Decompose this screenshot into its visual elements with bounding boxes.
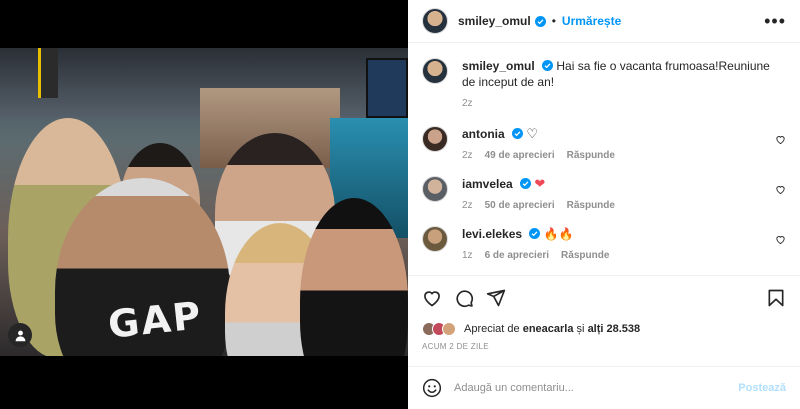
comment-text: 🔥🔥 [543, 227, 574, 241]
post-photo[interactable]: GAP [0, 48, 408, 356]
liker-username[interactable]: eneacarla [523, 323, 574, 335]
post-header: smiley_omul • Urmărește ••• [408, 0, 800, 43]
comment-body: levi.elekes 🔥🔥 1z 6 de aprecieri Răspund… [462, 226, 775, 264]
like-comment-heart-icon[interactable] [775, 234, 786, 245]
post-dialog: GAP smiley_omul • Urmărește ••• smiley_o… [0, 0, 800, 409]
reply-button[interactable]: Răspunde [567, 198, 615, 214]
comment-text: ♡ [526, 126, 539, 141]
likes-middle: și [576, 323, 585, 335]
comment-avatar[interactable] [422, 126, 448, 152]
post-comment-button[interactable]: Postează [738, 382, 786, 394]
caption-username[interactable]: smiley_omul [462, 59, 535, 73]
share-send-icon[interactable] [486, 288, 506, 308]
reply-button[interactable]: Răspunde [561, 248, 609, 264]
author-avatar[interactable] [422, 8, 448, 34]
comment-username[interactable]: iamvelea [462, 177, 513, 191]
comment-input[interactable] [454, 382, 739, 394]
save-bookmark-icon[interactable] [766, 288, 786, 308]
like-comment-heart-icon[interactable] [775, 184, 786, 195]
likers-avatar-stack[interactable] [422, 322, 456, 336]
comment-likes[interactable]: 50 de aprecieri [485, 198, 555, 214]
follow-button[interactable]: Urmărește [562, 14, 621, 28]
photo-sign [38, 48, 58, 98]
user-tag-icon [15, 330, 25, 341]
comment-age[interactable]: 1z [462, 248, 473, 264]
action-icons [422, 286, 786, 310]
post-side-panel: smiley_omul • Urmărește ••• smiley_omul … [408, 0, 800, 409]
comment-username[interactable]: levi.elekes [462, 227, 522, 241]
post-timestamp[interactable]: ACUM 2 DE ZILE [422, 342, 786, 351]
likes-summary: Apreciat de eneacarla și alți 28.538 [422, 322, 786, 336]
emoji-icon[interactable] [422, 378, 442, 398]
comment-body: antonia ♡ 2z 49 de aprecieri Răspunde [462, 126, 775, 164]
caption-meta: 2z [462, 96, 786, 112]
comment-bubble-icon[interactable] [454, 288, 474, 308]
comment-username[interactable]: antonia [462, 127, 505, 141]
comment-composer: Postează [408, 366, 800, 409]
comment-age[interactable]: 2z [462, 198, 473, 214]
comment: antonia ♡ 2z 49 de aprecieri Răspunde [422, 126, 786, 164]
comment-likes[interactable]: 6 de aprecieri [485, 248, 549, 264]
verified-badge-icon [520, 178, 532, 189]
likes-prefix: Apreciat de [464, 323, 520, 335]
comment-meta: 1z 6 de aprecieri Răspunde [462, 248, 775, 264]
like-comment-heart-icon[interactable] [775, 134, 786, 145]
comment: levi.elekes 🔥🔥 1z 6 de aprecieri Răspund… [422, 226, 786, 264]
separator-dot: • [551, 14, 556, 28]
tagged-users-button[interactable] [8, 323, 32, 347]
caption-avatar[interactable] [422, 58, 448, 84]
caption-body: smiley_omul Hai sa fie o vacanta frumoas… [462, 58, 786, 112]
verified-badge-icon [542, 60, 554, 71]
comment: iamvelea ❤ 2z 50 de aprecieri Răspunde [422, 176, 786, 214]
liker-avatar [442, 322, 456, 336]
post-actions: Apreciat de eneacarla și alți 28.538 ACU… [408, 275, 800, 351]
comments-list: smiley_omul Hai sa fie o vacanta frumoas… [408, 44, 800, 274]
comment-avatar[interactable] [422, 226, 448, 252]
caption-age[interactable]: 2z [462, 96, 473, 112]
verified-badge-icon [534, 15, 546, 27]
comment-likes[interactable]: 49 de aprecieri [485, 148, 555, 164]
comment-body: iamvelea ❤ 2z 50 de aprecieri Răspunde [462, 176, 775, 214]
comment-text: ❤ [534, 176, 546, 191]
like-heart-icon[interactable] [422, 288, 442, 308]
caption: smiley_omul Hai sa fie o vacanta frumoas… [422, 58, 786, 112]
verified-badge-icon [529, 228, 541, 239]
comment-avatar[interactable] [422, 176, 448, 202]
comment-meta: 2z 50 de aprecieri Răspunde [462, 198, 775, 214]
photo-screen [366, 58, 408, 118]
more-options-icon[interactable]: ••• [764, 12, 786, 30]
comment-age[interactable]: 2z [462, 148, 473, 164]
verified-badge-icon [512, 128, 524, 139]
media-area: GAP [0, 0, 408, 409]
author-username[interactable]: smiley_omul [458, 14, 531, 28]
reply-button[interactable]: Răspunde [567, 148, 615, 164]
comment-meta: 2z 49 de aprecieri Răspunde [462, 148, 775, 164]
likes-count[interactable]: alți 28.538 [588, 323, 641, 335]
